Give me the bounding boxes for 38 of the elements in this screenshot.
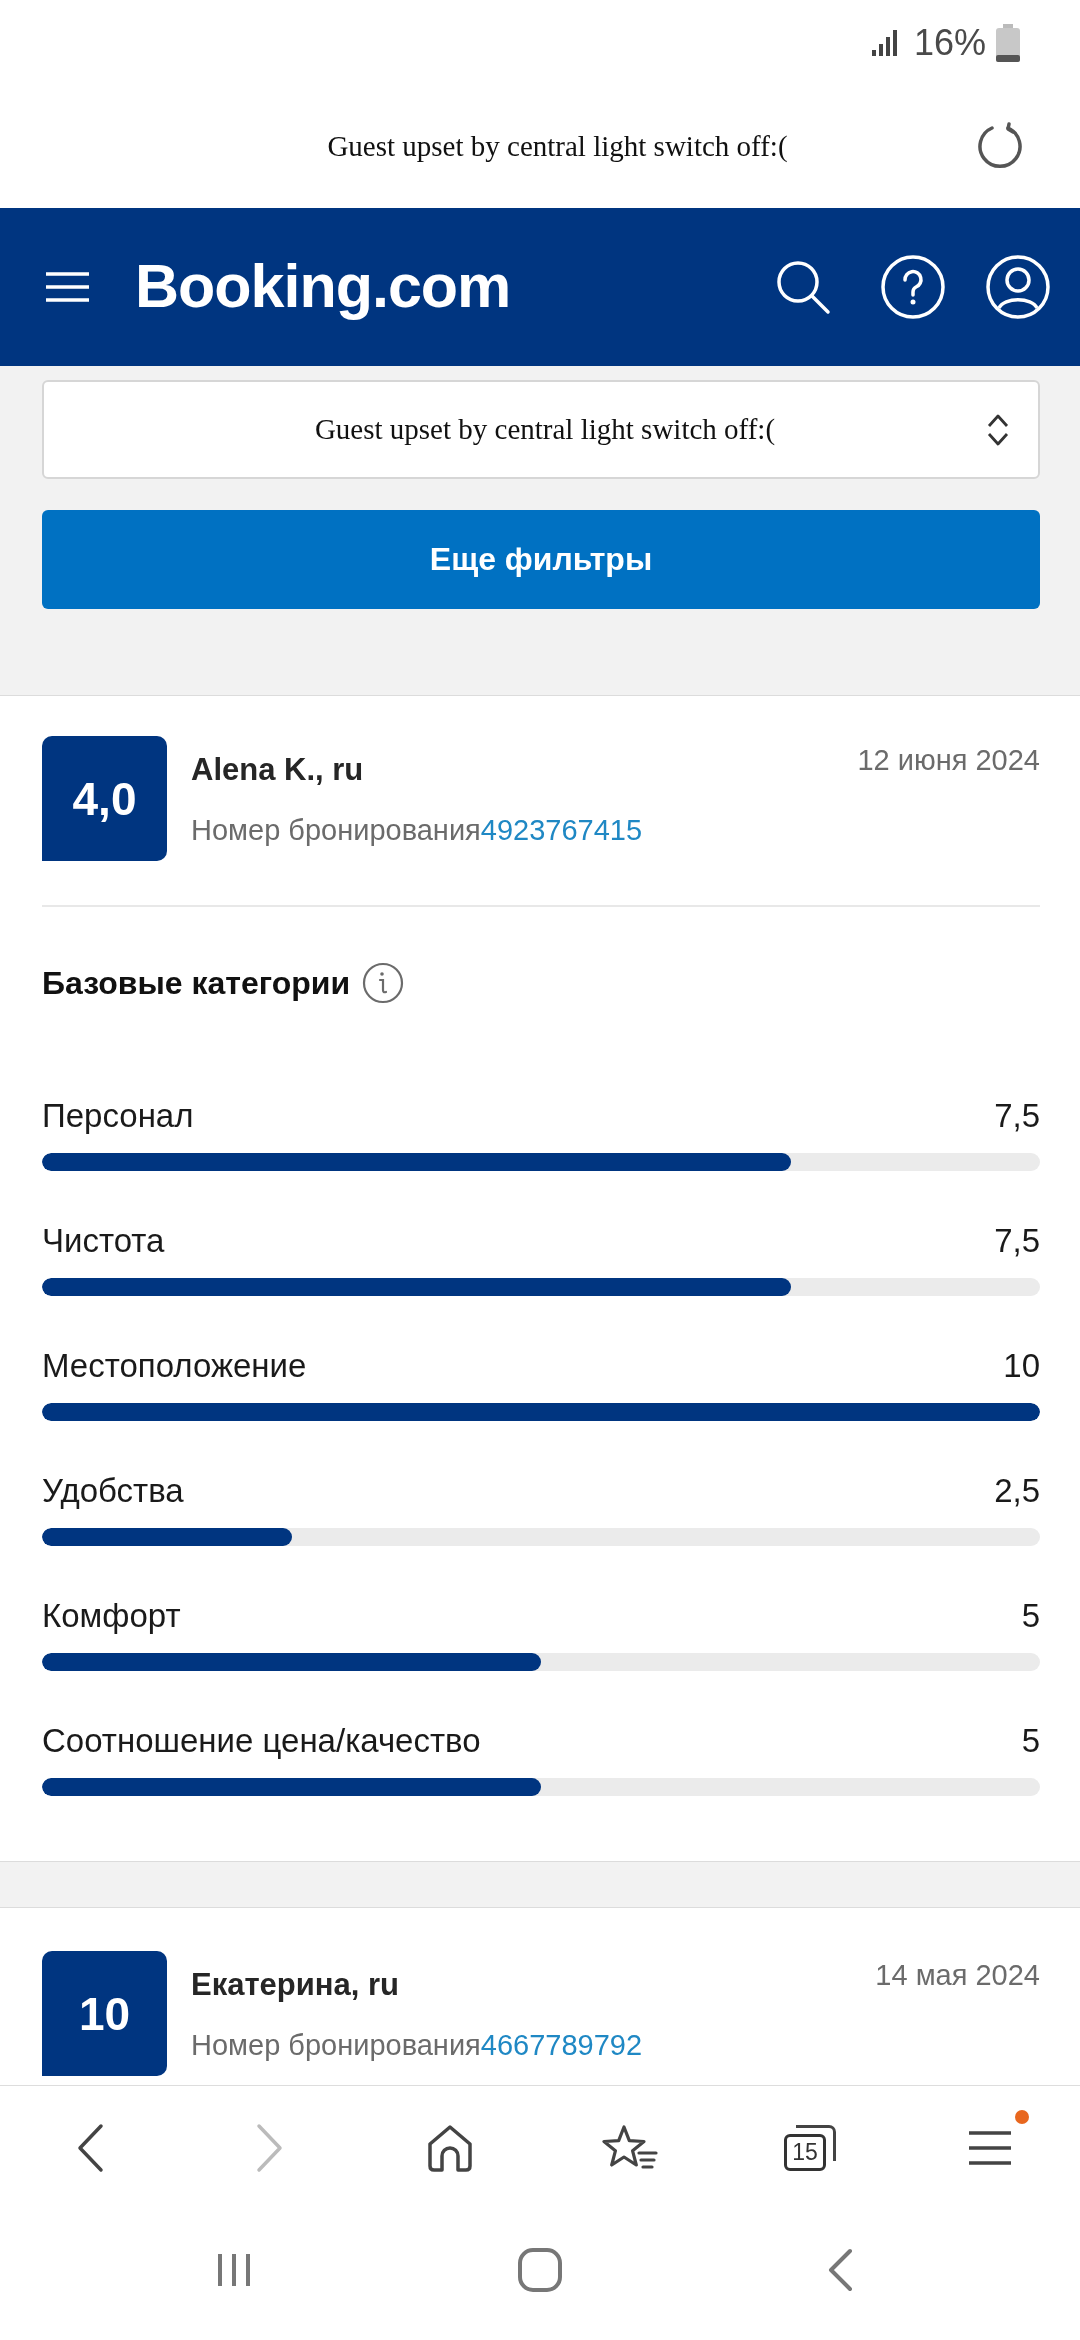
review-date: 12 июня 2024 xyxy=(857,743,1040,778)
category-score: 7,5 xyxy=(994,1096,1040,1136)
caption-text: Guest upset by central light switch off:( xyxy=(327,130,788,163)
category-label: Местоположение xyxy=(42,1346,307,1386)
category-score: 10 xyxy=(1003,1346,1040,1386)
home-icon[interactable] xyxy=(515,2246,564,2294)
category-score: 7,5 xyxy=(994,1221,1040,1261)
search-icon[interactable] xyxy=(775,259,831,315)
category-label: Удобства xyxy=(42,1471,184,1511)
category-score: 5 xyxy=(1021,1596,1040,1636)
reviewer-name: Екатерина, ru xyxy=(191,1966,400,2004)
sort-dropdown[interactable]: Guest upset by central light switch off:( xyxy=(42,380,1040,479)
reviewer-name: Alena K., ru xyxy=(191,751,364,789)
score-badge: 10 xyxy=(42,1951,167,2076)
booking-number-link[interactable]: 4923767415 xyxy=(480,814,643,846)
score-badge: 4,0 xyxy=(42,736,167,861)
info-icon[interactable] xyxy=(362,962,405,1004)
battery-icon xyxy=(996,23,1020,62)
category-label: Соотношение цена/качество xyxy=(42,1721,481,1761)
category-label: Персонал xyxy=(42,1096,194,1136)
booking-number-label: Номер бронирования xyxy=(191,814,481,846)
category-score: 5 xyxy=(1021,1721,1040,1761)
more-filters-button[interactable]: Еще фильтры xyxy=(42,510,1040,609)
signal-icon xyxy=(871,29,900,56)
section-title: Базовые категории xyxy=(42,964,351,1002)
category-label: Комфорт xyxy=(42,1596,181,1636)
home-icon[interactable] xyxy=(425,2123,475,2173)
help-icon[interactable] xyxy=(881,255,945,319)
review-date: 14 мая 2024 xyxy=(875,1958,1040,1993)
booking-number-label: Номер бронирования xyxy=(191,2029,481,2061)
category-score: 2,5 xyxy=(994,1471,1040,1511)
category-label: Чистота xyxy=(42,1221,165,1261)
site-logo[interactable]: Booking.com xyxy=(135,253,511,321)
back-icon[interactable] xyxy=(75,2123,105,2173)
battery-percent: 16% xyxy=(913,22,986,63)
menu-icon[interactable] xyxy=(967,2130,1013,2166)
booking-number-link[interactable]: 4667789792 xyxy=(480,2029,643,2061)
account-icon[interactable] xyxy=(986,255,1050,319)
